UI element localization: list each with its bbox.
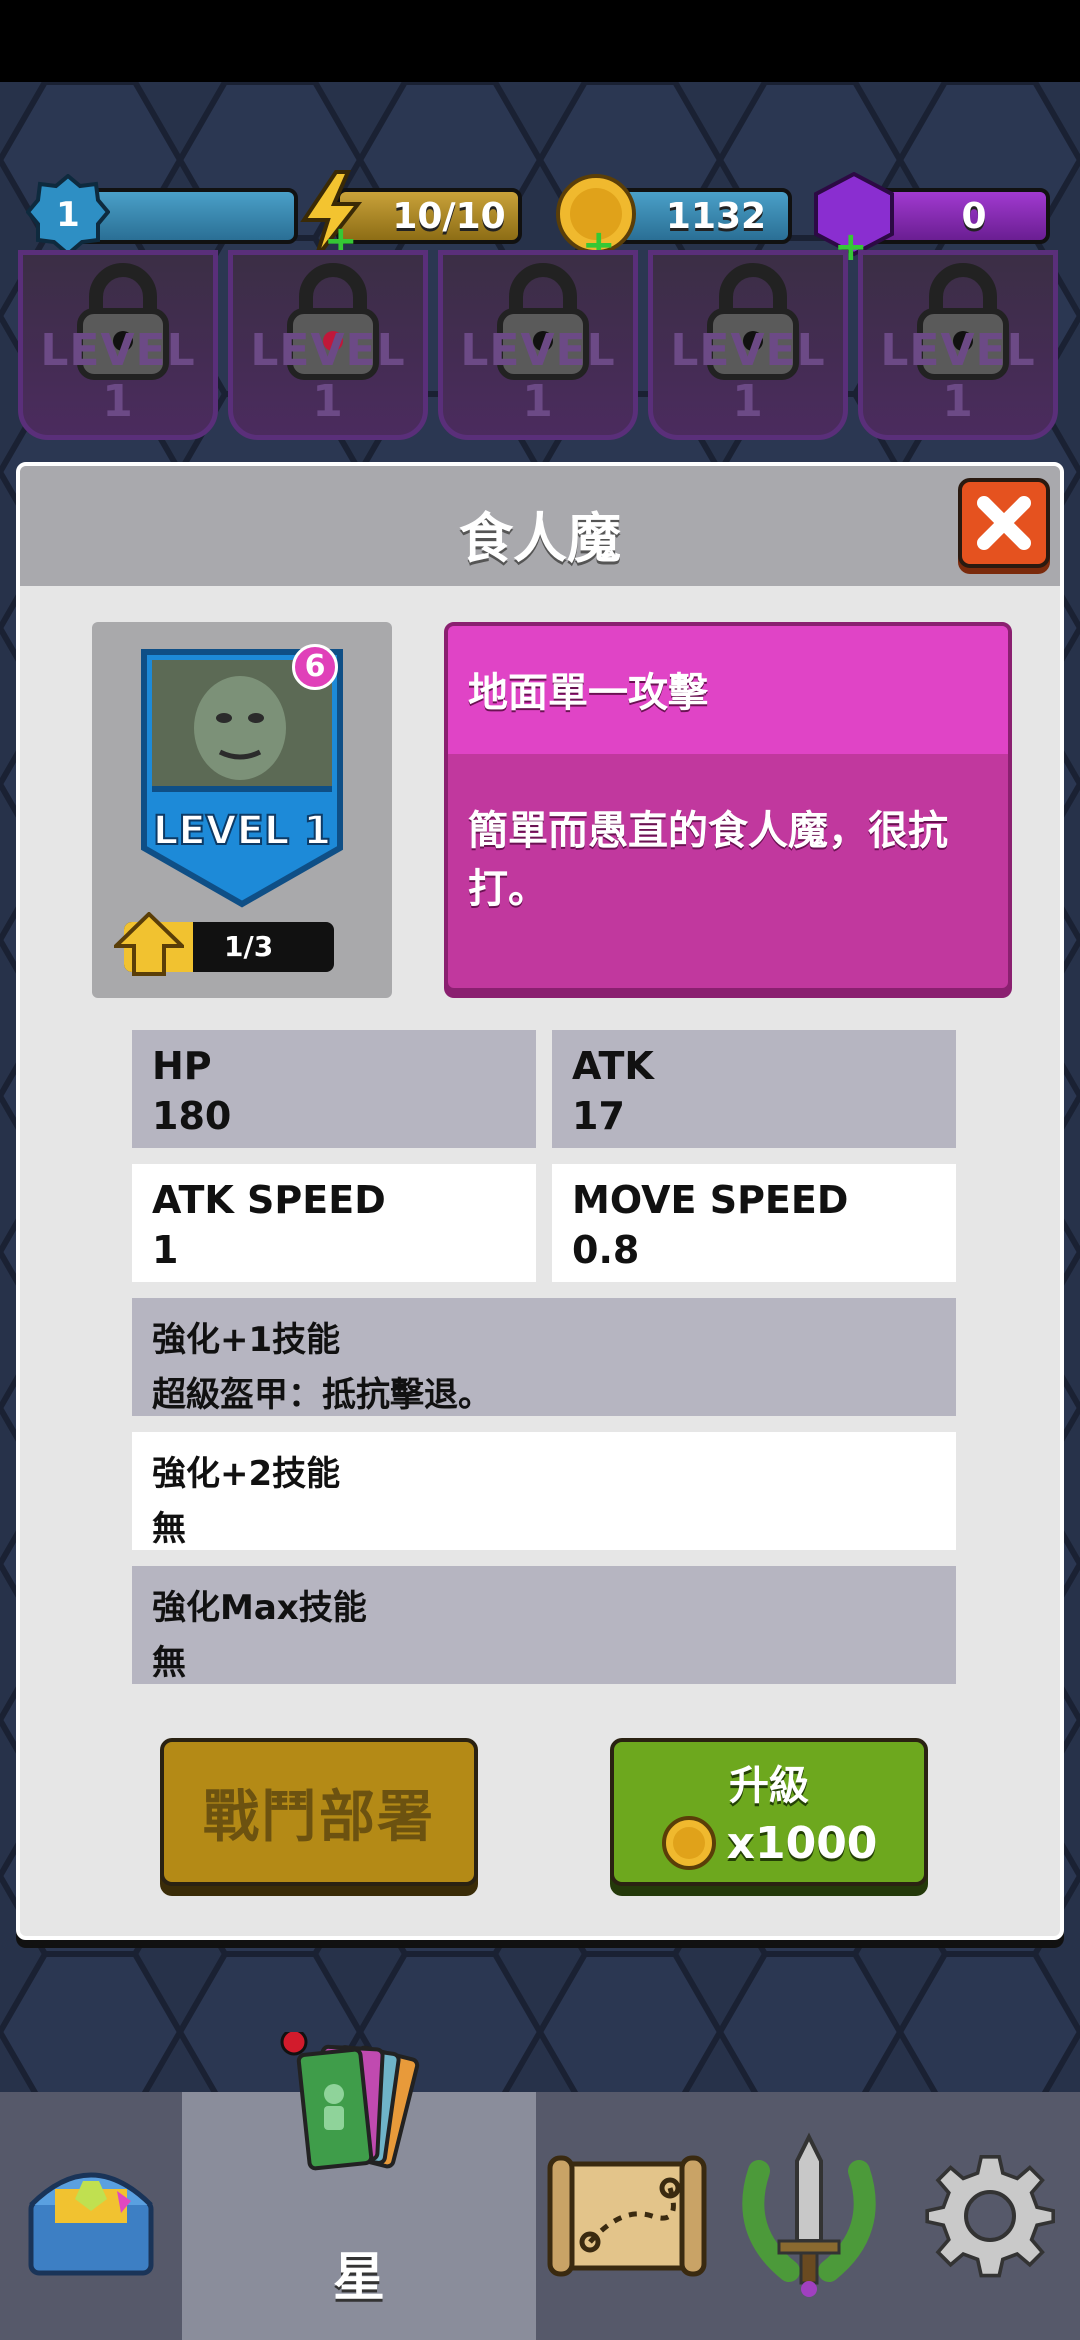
unit-description-panel: 地面單一攻擊 簡單而愚直的食人魔，很抗打。: [444, 622, 1012, 992]
unit-description-text: 簡單而愚直的食人魔，很抗打。: [468, 808, 948, 912]
nav-map[interactable]: [536, 2092, 718, 2340]
treasure-chest-icon: [28, 2172, 154, 2276]
level-resource: 1: [26, 174, 298, 257]
locked-card[interactable]: LEVEL 1: [228, 250, 428, 440]
skill-plus-2: 強化+2技能 無: [132, 1432, 956, 1550]
stat-label: ATK: [572, 1044, 654, 1088]
skill-value: 無: [152, 1509, 186, 1549]
stat-label: ATK SPEED: [152, 1178, 386, 1222]
gear-icon: [925, 2155, 1056, 2278]
level-gear-icon: 1: [26, 174, 110, 257]
card-progress-text: 1/3: [224, 930, 274, 963]
gem-icon: +: [814, 172, 894, 262]
deploy-button[interactable]: 戰鬥部署: [160, 1738, 478, 1886]
stat-move-speed: MOVE SPEED 0.8: [552, 1164, 956, 1282]
skill-label: 強化Max技能: [152, 1588, 367, 1628]
locked-card[interactable]: LEVEL 1: [648, 250, 848, 440]
locked-card-label: LEVEL 1: [250, 325, 406, 427]
map-scroll-icon: [547, 2155, 707, 2277]
skill-label: 強化+2技能: [152, 1454, 341, 1494]
unit-portrait-panel: LEVEL 1 6 1/3: [92, 622, 392, 998]
locked-card[interactable]: LEVEL 1: [438, 250, 638, 440]
close-button[interactable]: [958, 478, 1050, 568]
close-icon: [977, 496, 1031, 550]
upgrade-button[interactable]: 升級 x1000: [610, 1738, 928, 1886]
cards-icon: [280, 2032, 420, 2171]
bottom-nav: 星: [0, 2032, 1080, 2340]
nav-cards[interactable]: 星: [182, 2032, 536, 2340]
dialog-header: 食人魔: [20, 466, 1060, 586]
upgrade-cost: x1000: [661, 1815, 878, 1871]
unit-count-badge: 6: [292, 644, 338, 690]
skill-value: 無: [152, 1643, 186, 1683]
stat-value: 0.8: [572, 1228, 640, 1272]
stat-value: 1: [152, 1228, 179, 1272]
unit-detail-dialog: 食人魔 LEVEL 1 6 1/3 地面單一攻擊 簡單而愚直的食人魔，很抗打。 …: [16, 462, 1064, 1940]
nav-battle[interactable]: [718, 2092, 900, 2340]
stat-label: HP: [152, 1044, 212, 1088]
stat-atk-speed: ATK SPEED 1: [132, 1164, 536, 1282]
locked-card-label: LEVEL 1: [670, 325, 826, 427]
card-level-label: LEVEL 1: [153, 808, 331, 854]
deploy-button-label: 戰鬥部署: [203, 1784, 435, 1850]
dialog-title: 食人魔: [459, 507, 621, 570]
skill-plus-1: 強化+1技能 超級盔甲：抵抗擊退。: [132, 1298, 956, 1416]
skill-value: 超級盔甲：抵抗擊退。: [152, 1375, 492, 1415]
coin-icon: [661, 1816, 716, 1870]
locked-card[interactable]: LEVEL 1: [18, 250, 218, 440]
energy-resource[interactable]: 10/10 +: [296, 170, 526, 260]
upgrade-cost-value: x1000: [726, 1817, 878, 1869]
nav-settings[interactable]: [900, 2092, 1080, 2340]
attack-type: 地面單一攻擊: [468, 670, 708, 716]
nav-shop[interactable]: [0, 2092, 182, 2340]
upgrade-arrow-icon: [114, 912, 184, 976]
locked-card-label: LEVEL 1: [460, 325, 616, 427]
attack-type-header: 地面單一攻擊: [448, 626, 1008, 754]
skill-max: 強化Max技能 無: [132, 1566, 956, 1684]
coin-icon: +: [556, 174, 636, 262]
status-bar: [0, 0, 1080, 82]
coin-resource[interactable]: 1132 +: [556, 174, 796, 262]
locked-card-label: LEVEL 1: [40, 325, 196, 427]
stat-atk: ATK 17: [552, 1030, 956, 1148]
locked-card[interactable]: LEVEL 1: [858, 250, 1058, 440]
locked-cards-row: LEVEL 1 LEVEL 1 LEVEL 1 LEVEL 1 LEVEL 1: [18, 250, 1068, 450]
lightning-icon: +: [300, 170, 363, 260]
skill-label: 強化+1技能: [152, 1320, 341, 1360]
stat-value: 180: [152, 1094, 232, 1138]
upgrade-button-label: 升級: [729, 1763, 809, 1809]
svg-text:1: 1: [56, 195, 80, 235]
stat-value: 17: [572, 1094, 625, 1138]
stat-label: MOVE SPEED: [572, 1178, 849, 1222]
nav-cards-label: 星: [332, 2248, 385, 2308]
gem-resource[interactable]: 0 +: [814, 172, 1054, 262]
locked-card-label: LEVEL 1: [880, 325, 1036, 427]
stat-hp: HP 180: [132, 1030, 536, 1148]
sword-laurel-icon: [742, 2132, 876, 2297]
